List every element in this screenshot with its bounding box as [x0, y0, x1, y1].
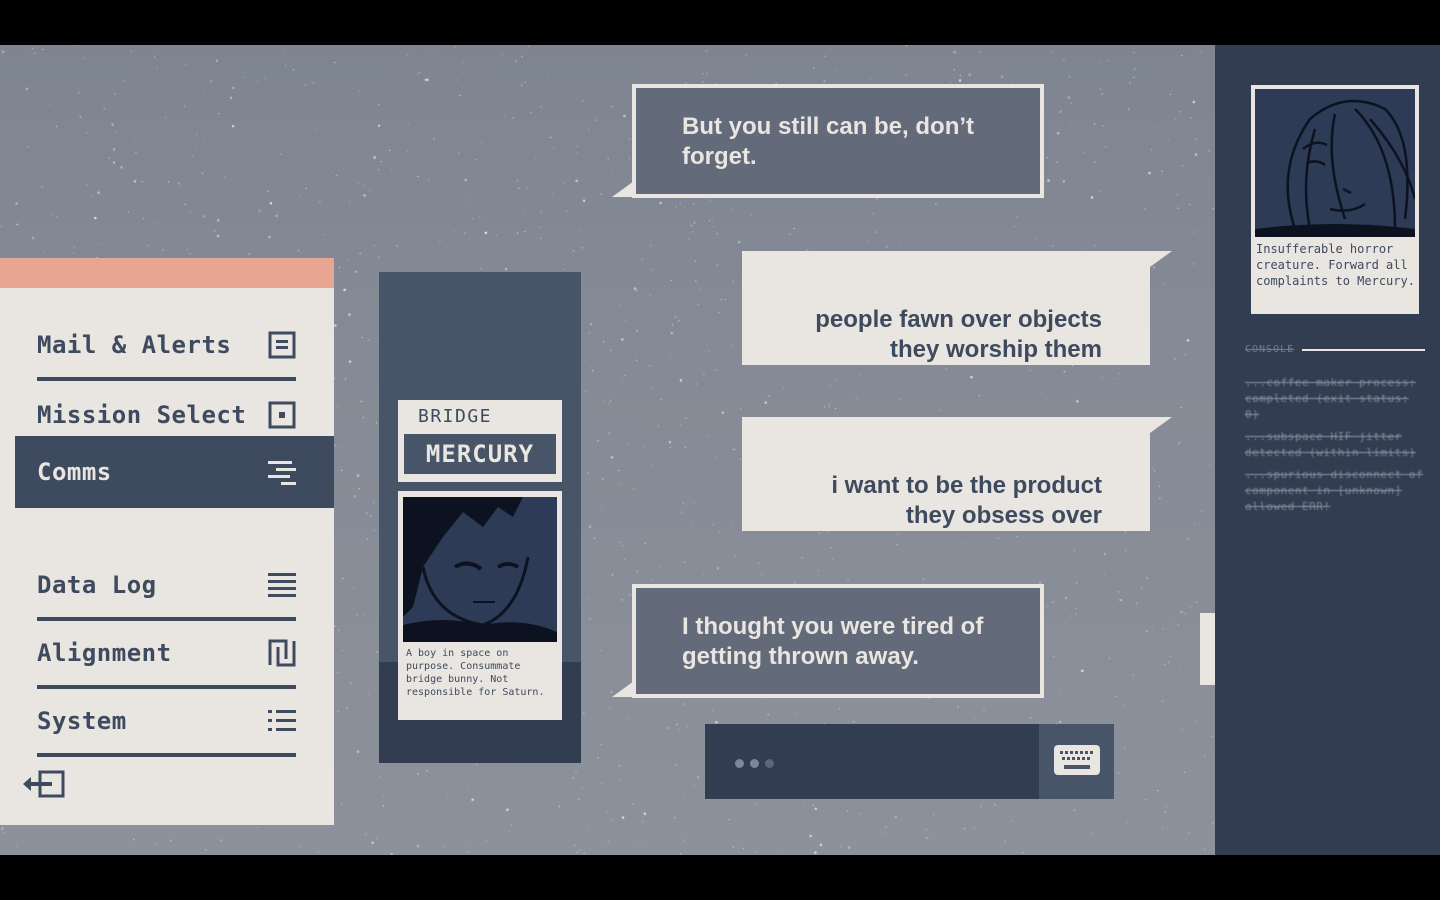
data-log-icon: [268, 571, 296, 599]
bubble-tail: [612, 681, 634, 697]
menu-accent-bar: [0, 258, 334, 288]
logout-button[interactable]: [22, 768, 66, 800]
profile-card[interactable]: Insufferable horror creature. Forward al…: [1251, 85, 1419, 314]
message-text: But you still can be, don’t forget.: [682, 113, 975, 170]
chat-message-outgoing: people fawn over objects they worship th…: [742, 251, 1150, 365]
contact-description: A boy in space on purpose. Consummate br…: [406, 648, 545, 698]
contact-card[interactable]: A boy in space on purpose. Consummate br…: [398, 491, 562, 720]
message-text: people fawn over objects they worship th…: [815, 306, 1102, 363]
menu-item-data-log[interactable]: Data Log: [37, 553, 296, 621]
target-square-icon: [268, 401, 296, 429]
menu-item-mail-alerts[interactable]: Mail & Alerts: [37, 313, 296, 381]
profile-description: Insufferable horror creature. Forward al…: [1256, 242, 1415, 288]
bubble-tail: [1150, 251, 1172, 267]
alignment-icon: [268, 639, 296, 667]
logout-icon: [22, 770, 66, 804]
console-line: ...coffee maker process: completed (exit…: [1245, 376, 1416, 421]
chat-message-outgoing: i want to be the product they obsess ove…: [742, 417, 1150, 531]
menu-item-label: System: [37, 707, 127, 735]
list-icon: [268, 707, 296, 735]
chat-message-incoming: But you still can be, don’t forget.: [632, 84, 1044, 198]
contact-portrait: [403, 497, 557, 642]
menu-item-alignment[interactable]: Alignment: [37, 621, 296, 689]
mail-icon: [268, 331, 296, 359]
bubble-tail: [612, 181, 634, 197]
menu-item-label: Data Log: [37, 571, 157, 599]
message-text: i want to be the product they obsess ove…: [831, 472, 1102, 529]
menu-item-system[interactable]: System: [37, 689, 296, 757]
contact-name: MERCURY: [404, 434, 556, 474]
console-line: ...subspace HIF jitter detected (within …: [1245, 430, 1416, 459]
chat-message-incoming: I thought you were tired of getting thro…: [632, 584, 1044, 698]
main-menu: Mail & Alerts Mission Select Comms Data …: [0, 258, 334, 825]
console-header: CONSOLE: [1245, 344, 1425, 355]
console-divider: [1302, 348, 1425, 351]
contact-nameplate: BRIDGE MERCURY: [398, 400, 562, 482]
keyboard-button[interactable]: [1039, 724, 1114, 799]
menu-item-label: Comms: [37, 458, 112, 486]
console-log: ...coffee maker process: completed (exit…: [1245, 375, 1430, 521]
menu-item-label: Mission Select: [37, 401, 247, 429]
game-screen: Mail & Alerts Mission Select Comms Data …: [0, 45, 1440, 855]
chat-scrollbar-handle[interactable]: [1200, 613, 1215, 685]
profile-portrait: [1255, 89, 1415, 237]
typing-indicator: [735, 759, 774, 768]
keyboard-icon: [1053, 744, 1100, 779]
reply-input[interactable]: [705, 724, 1114, 799]
menu-item-label: Mail & Alerts: [37, 331, 232, 359]
side-panel: Insufferable horror creature. Forward al…: [1215, 45, 1440, 855]
console-label: CONSOLE: [1245, 344, 1295, 355]
bubble-tail: [1150, 417, 1172, 433]
message-text: I thought you were tired of getting thro…: [682, 613, 984, 670]
console-line: ...spurious disconnect of component in […: [1245, 468, 1424, 513]
comms-lines-icon: [268, 458, 296, 486]
menu-item-label: Alignment: [37, 639, 172, 667]
contact-role: BRIDGE: [418, 406, 493, 427]
menu-item-comms[interactable]: Comms: [15, 436, 334, 508]
